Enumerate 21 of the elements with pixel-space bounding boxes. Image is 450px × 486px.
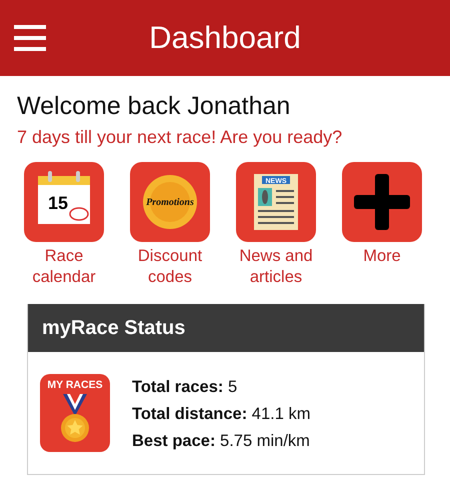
app-title: Dashboard	[148, 20, 302, 56]
badge-label: MY RACES	[47, 379, 103, 391]
shortcut-tile[interactable]: 15	[24, 162, 104, 242]
shortcut-tile[interactable]: Promotions	[130, 162, 210, 242]
promo-label: Promotions	[146, 197, 194, 208]
welcome-heading: Welcome back Jonathan	[17, 92, 292, 121]
shortcut-label[interactable]: Discount codes	[117, 246, 223, 288]
stat-line: Best pace: 5.75 min/km	[132, 431, 310, 452]
countdown-text: 7 days till your next race! Are you ready?	[17, 127, 344, 148]
stat-line: Total distance: 41.1 km	[132, 404, 310, 425]
date-number: 15	[48, 193, 68, 213]
stat-line: Total races: 5	[132, 377, 238, 398]
shortcut-tile[interactable]	[342, 162, 422, 242]
menu-icon[interactable]	[14, 25, 46, 51]
calendar-icon	[38, 171, 90, 224]
shortcut-label[interactable]: News and articles	[223, 246, 329, 288]
shortcut-label[interactable]: Race calendar	[11, 246, 117, 288]
seal-icon	[143, 175, 197, 229]
newspaper-icon	[254, 174, 298, 230]
shortcut-label[interactable]: More	[329, 246, 435, 267]
card-title: myRace Status	[42, 316, 186, 340]
